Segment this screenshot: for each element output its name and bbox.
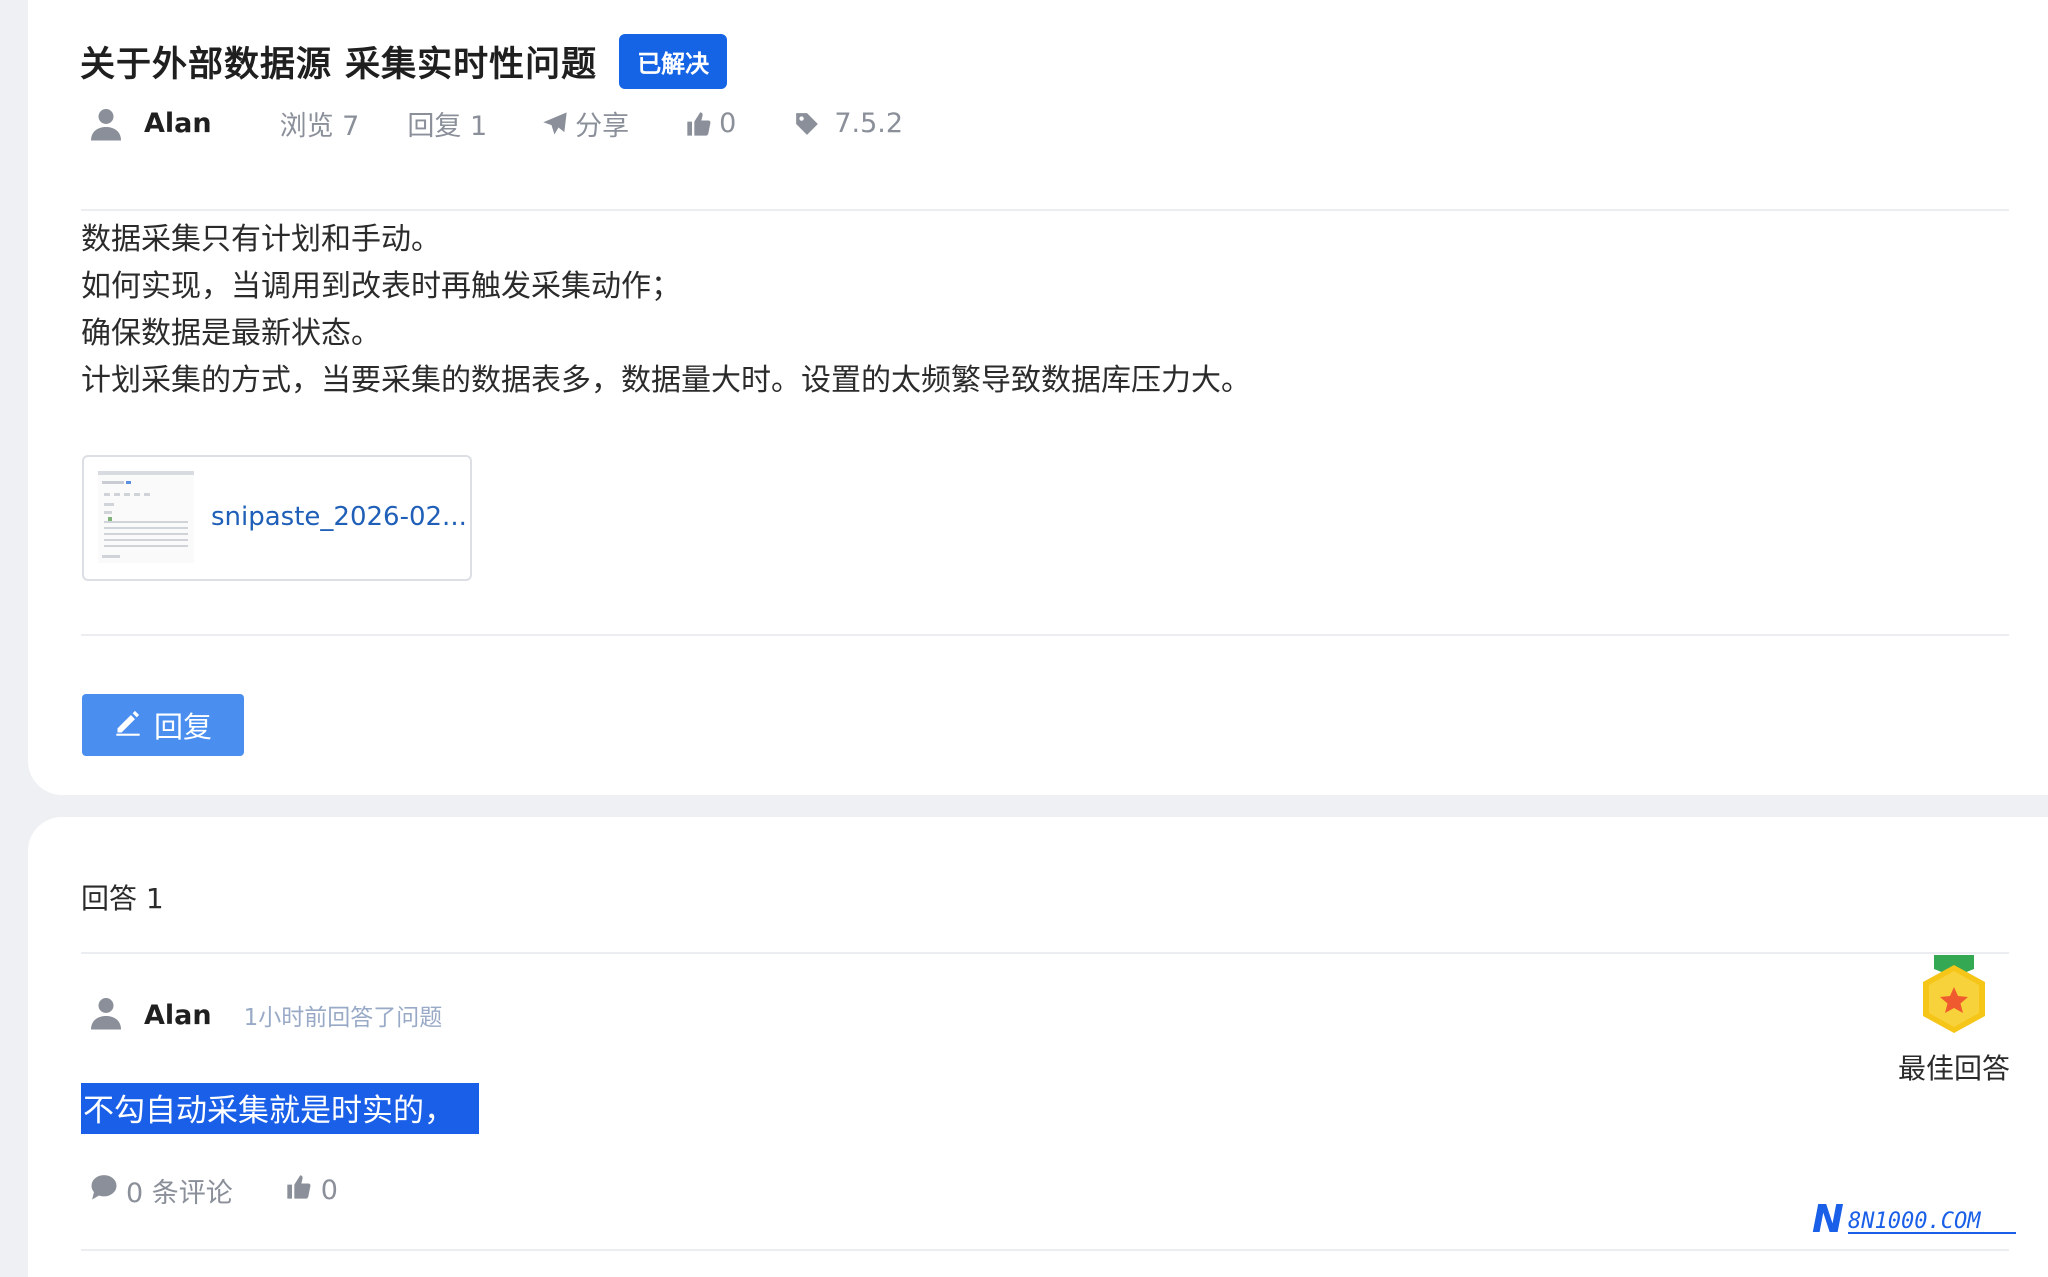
site-watermark-logo: N 8N1000.COM xyxy=(1812,1197,2022,1242)
svg-text:8N1000.COM: 8N1000.COM xyxy=(1848,1209,1981,1234)
content-line: 确保数据是最新状态。 xyxy=(81,316,381,351)
user-icon xyxy=(88,106,124,142)
title-row: 关于外部数据源 采集实时性问题 已解决 xyxy=(80,34,728,89)
answers-count: 回答 1 xyxy=(81,882,164,915)
answer-like-count: 0 xyxy=(320,1175,338,1206)
reply-button-label: 回复 xyxy=(153,710,212,744)
answer-text: 不勾自动采集就是时实的， xyxy=(81,1083,479,1134)
attachment-card[interactable]: snipaste_2026-02... xyxy=(82,455,472,581)
divider xyxy=(81,952,2009,954)
replies-count: 回复 1 xyxy=(407,111,488,142)
content-line: 如何实现，当调用到改表时再触发采集动作； xyxy=(81,269,681,304)
comments-count: 0 条评论 xyxy=(126,1178,233,1209)
answers-card: 回答 1 Alan 1小时前回答了问题 不勾自动采集就是时实的， 0 条评论 0 xyxy=(28,817,2048,1277)
answer-actions: 0 条评论 0 xyxy=(88,1171,338,1210)
best-answer-label: 最佳回答 xyxy=(1897,1052,2010,1085)
edit-icon xyxy=(114,708,142,743)
best-answer: 最佳回答 xyxy=(1894,953,2014,1087)
question-content: 数据采集只有计划和手动。 如何实现，当调用到改表时再触发采集动作； 确保数据是最… xyxy=(81,216,1251,404)
question-author[interactable]: Alan xyxy=(144,108,212,139)
answer-like-button[interactable]: 0 xyxy=(285,1173,338,1208)
content-line: 数据采集只有计划和手动。 xyxy=(81,222,441,257)
thumbs-up-icon xyxy=(685,110,713,138)
tag-icon xyxy=(794,111,820,137)
divider xyxy=(81,209,2009,211)
attachment-filename[interactable]: snipaste_2026-02... xyxy=(211,502,467,532)
views-count: 浏览 7 xyxy=(279,111,360,142)
divider xyxy=(81,634,2009,636)
status-badge: 已解决 xyxy=(619,34,728,89)
question-meta: Alan 浏览 7 回复 1 分享 0 7.5.2 xyxy=(88,104,903,143)
share-button[interactable]: 分享 xyxy=(541,104,629,143)
attachment-thumbnail xyxy=(98,471,194,563)
version-tag[interactable]: 7.5.2 xyxy=(794,108,903,139)
question-title: 关于外部数据源 采集实时性问题 xyxy=(80,45,598,85)
reply-button[interactable]: 回复 xyxy=(82,694,244,756)
comment-icon xyxy=(88,1172,120,1209)
thumbs-up-icon xyxy=(285,1173,313,1208)
like-count: 0 xyxy=(719,108,737,139)
send-icon xyxy=(541,110,569,138)
question-card: 关于外部数据源 采集实时性问题 已解决 Alan 浏览 7 回复 1 分享 0 … xyxy=(28,0,2048,795)
best-answer-medal-icon xyxy=(1919,953,1989,1041)
answer-time: 1小时前回答了问题 xyxy=(243,1005,443,1031)
svg-text:N: N xyxy=(1812,1198,1844,1238)
user-icon xyxy=(88,995,124,1035)
content-line: 计划采集的方式，当要采集的数据表多，数据量大时。设置的太频繁导致数据库压力大。 xyxy=(81,363,1251,398)
answer-author[interactable]: Alan xyxy=(144,1000,212,1031)
like-button[interactable]: 0 xyxy=(685,108,736,139)
answer-meta: Alan 1小时前回答了问题 xyxy=(88,995,442,1035)
version-label: 7.5.2 xyxy=(834,108,904,139)
divider xyxy=(81,1249,2009,1251)
comments-button[interactable]: 0 条评论 xyxy=(88,1171,233,1210)
share-label: 分享 xyxy=(575,111,630,142)
